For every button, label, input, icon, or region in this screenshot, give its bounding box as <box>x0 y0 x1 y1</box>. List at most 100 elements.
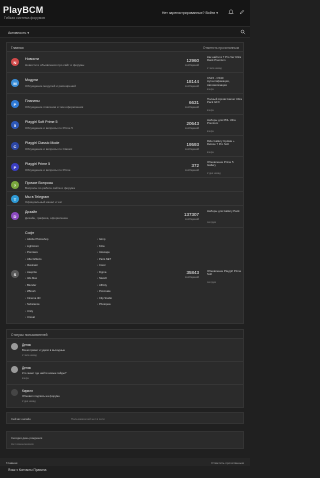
subforum-link[interactable]: Substance <box>25 303 40 306</box>
subforum-link[interactable]: Premiere <box>25 251 38 254</box>
bell-icon[interactable] <box>228 9 234 15</box>
forum-row[interactable]: T Мы в Telegram Официальный канал и чат <box>7 192 243 206</box>
forum-row[interactable]: C Playgirl Classic Mode Обсуждение и воп… <box>7 136 243 157</box>
status-panel-title: Статусы пользователей <box>11 332 48 337</box>
forum-description: Официальный канал и чат <box>25 200 63 204</box>
forum-last-post[interactable]: Полный Архив Gamer Ultra Pack GFX <box>207 97 243 105</box>
forum-description: Вопросы по работе сайта и форума <box>25 186 75 190</box>
status-text: Кто знает где найти новые гайды? <box>22 371 67 375</box>
subforum-link[interactable]: Figma <box>97 271 106 274</box>
subforum-link[interactable]: Affinity <box>97 284 107 287</box>
forum-row[interactable]: S Софт 35843 сообщений Обновление Playgi… <box>7 228 243 324</box>
forum-title[interactable]: Плагины <box>25 99 40 103</box>
forum-row[interactable]: ? Прочие Вопросы Вопросы по работе сайта… <box>7 178 243 192</box>
forum-row[interactable]: P Playgirl Prime 5 Обсуждение и вопросы … <box>7 157 243 178</box>
forum-last-post[interactable]: Обновление Prime 5 Gallery <box>207 160 243 168</box>
status-author[interactable]: Кирилл <box>22 389 33 393</box>
avatar[interactable] <box>11 343 18 350</box>
forum-last-time: вчера <box>207 151 214 154</box>
subforum-link[interactable]: Unreal <box>25 316 35 319</box>
forum-last-post[interactable]: Как найти в 7 Pro Ver Ultra Rank Premium <box>207 55 243 63</box>
subforum-link[interactable]: Corel <box>97 264 105 267</box>
news-icon: N <box>11 58 19 66</box>
forum-last-post[interactable]: Наборы для Gallery Pack <box>207 209 243 213</box>
forum-title[interactable]: Новости <box>25 57 39 61</box>
forum-title[interactable]: Дизайн <box>25 210 37 214</box>
footer-home-link[interactable]: Главная <box>6 461 17 465</box>
forum-last-time: 2 дня назад <box>207 172 221 175</box>
subforum-link[interactable]: Blender <box>25 284 36 287</box>
forum-description: Новости и объявления про сайт и форумы <box>25 63 85 67</box>
subforum-link[interactable]: Aseprite <box>25 271 37 274</box>
forum-title[interactable]: Мы в Telegram <box>25 195 49 199</box>
search-icon[interactable] <box>240 29 246 35</box>
subforum-link[interactable]: ZBrush <box>25 290 36 293</box>
subforum-link[interactable]: Procreate <box>97 290 111 293</box>
mark-read-button[interactable]: Отметить прочитанным <box>203 46 239 50</box>
prime-icon: P <box>11 163 19 171</box>
forum-last-time: вчера <box>207 130 214 133</box>
login-link[interactable]: Нет зарегистрированных? Войти ▾ <box>162 11 218 15</box>
footer-bar: Главная Отметить прочитанным <box>0 458 250 466</box>
status-item[interactable]: Денис Кто знает где найти новые гайды? в… <box>7 362 243 385</box>
forum-title[interactable]: Playgirl Prime 5 <box>25 162 50 166</box>
forum-title[interactable]: Playgirl Classic Mode <box>25 141 59 145</box>
forums-panel-title: Главная <box>11 45 24 50</box>
nav-activity[interactable]: Активность ▾ <box>8 31 29 35</box>
subforum-link[interactable]: Krita <box>97 245 105 248</box>
forum-count-label: сообщений <box>184 85 199 88</box>
edit-icon[interactable] <box>239 9 245 15</box>
subforum-link[interactable]: Adobe Photoshop <box>25 238 48 241</box>
forum-post-count: 20643 <box>186 121 199 126</box>
subforum-link[interactable]: 3ds Max <box>25 277 37 280</box>
status-author[interactable]: Денис <box>22 343 31 347</box>
status-panel: Статусы пользователей Денис Всем привет … <box>6 329 244 408</box>
forum-row[interactable]: D Дизайн Дизайн, графика, оформление 137… <box>7 206 243 228</box>
subforums-list: Adobe Photoshop Lightroom Premiere After… <box>25 238 169 319</box>
forums-panel-header: Главная Отметить прочитанным <box>7 43 243 52</box>
subforum-link[interactable]: Paint.NET <box>97 258 111 261</box>
subforum-link[interactable]: Gimp <box>97 238 105 241</box>
forum-title[interactable]: Модули <box>25 78 38 82</box>
forum-description: Обсуждение модулей и расширений <box>25 84 76 88</box>
subforum-link[interactable]: Unity <box>25 310 33 313</box>
forum-post-count: 18144 <box>186 79 199 84</box>
subforum-link[interactable]: Illustrator <box>25 264 38 267</box>
subforum-link[interactable]: Cinema 4D <box>25 297 40 300</box>
forum-last-time: сегодня <box>207 221 217 224</box>
top-header: PlayBCM Гибкая система форумов Нет зарег… <box>0 0 250 26</box>
forum-title[interactable]: Playgirl Soft Prime 5 <box>25 120 58 124</box>
footer-links[interactable]: Язык ▾ Контакты Правила <box>8 468 46 472</box>
online-text: Пользователей нет в сети <box>71 417 105 421</box>
avatar[interactable] <box>11 366 18 373</box>
forum-row[interactable]: 5 Playgirl Soft Prime 5 Обсуждение и воп… <box>7 115 243 136</box>
soft-icon: S <box>11 270 19 278</box>
forum-post-count: 12960 <box>186 58 199 63</box>
forum-title[interactable]: Прочие Вопросы <box>25 181 53 185</box>
status-item[interactable]: Кирилл Обновил подпись на форуме 2 дня н… <box>7 385 243 408</box>
forum-count-label: сообщений <box>184 106 199 109</box>
subforum-link[interactable]: After Effects <box>25 258 42 261</box>
subforum-link[interactable]: Inkscape <box>97 251 110 254</box>
status-item[interactable]: Денис Всем привет и удачи в выходные 2 ч… <box>7 339 243 362</box>
forum-last-post[interactable]: Наборы для PDL Ultra Premium <box>207 118 243 126</box>
forum-last-post[interactable]: Ride Gallery Update + Deluxe 7 Pro Soft <box>207 139 243 147</box>
forum-row[interactable]: P Плагины Обсуждение плагинов и тем офор… <box>7 94 243 115</box>
forum-count-label: сообщений <box>184 64 199 67</box>
subforum-link[interactable]: Sketch <box>97 277 107 280</box>
subforum-link[interactable]: Clip Studio <box>97 297 112 300</box>
forum-title[interactable]: Софт <box>25 231 34 235</box>
forum-count-label: сообщений <box>184 148 199 151</box>
avatar[interactable] <box>11 389 18 396</box>
forum-row[interactable]: N Новости Новости и объявления про сайт … <box>7 52 243 73</box>
forum-row[interactable]: M Модули Обсуждение модулей и расширений… <box>7 73 243 94</box>
status-meta: 2 дня назад <box>22 400 36 403</box>
design-icon: D <box>11 212 19 220</box>
forum-last-post[interactable]: Обновление Playgirl Prime Soft <box>207 269 243 277</box>
status-author[interactable]: Денис <box>22 366 31 370</box>
subforum-link[interactable]: Lightroom <box>25 245 39 248</box>
forum-last-post[interactable]: CS15 - CS30 Аутентификация, Автоматизаци… <box>207 76 243 87</box>
subforum-link[interactable]: Photopea <box>97 303 111 306</box>
footer-mark-read[interactable]: Отметить прочитанным <box>211 461 244 465</box>
site-logo[interactable]: PlayBCM <box>3 5 43 15</box>
